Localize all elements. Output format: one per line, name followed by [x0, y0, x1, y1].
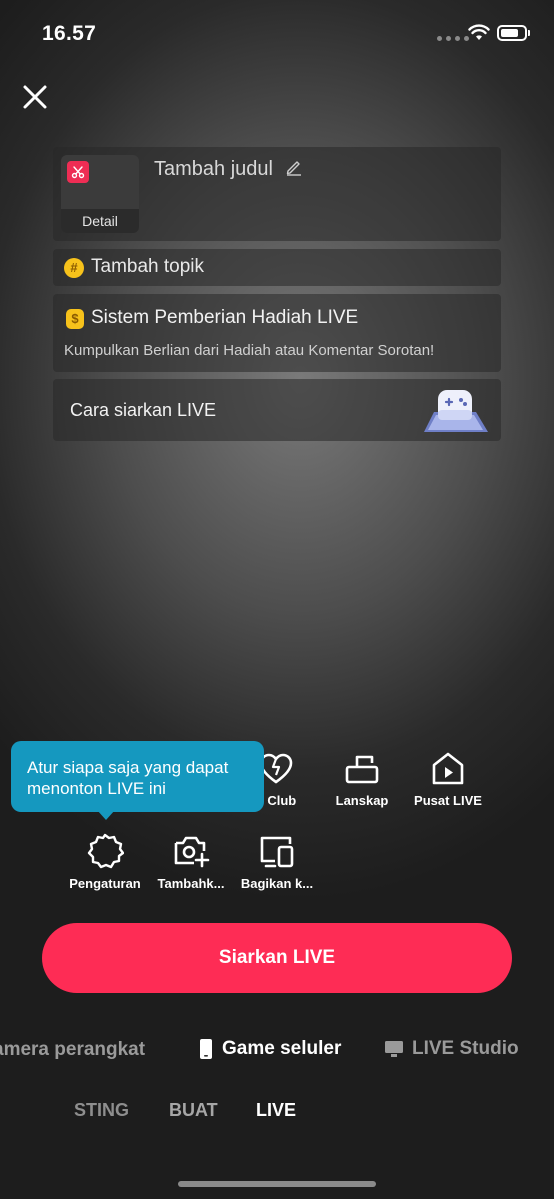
tab-create[interactable]: BUAT: [169, 1100, 218, 1121]
broadcast-mode-selector: amera perangkat Game seluler LIVE Studio: [0, 1038, 554, 1064]
wifi-icon: [468, 24, 490, 40]
cover-image[interactable]: Detail: [61, 155, 139, 233]
mode-mobile-game[interactable]: Game seluler: [199, 1038, 341, 1060]
live-center-play-icon: [432, 752, 464, 785]
battery-tip: [528, 30, 530, 36]
settings-button[interactable]: Pengaturan: [59, 832, 151, 891]
hashtag-icon: #: [64, 258, 84, 278]
devices-icon: [260, 836, 294, 868]
close-icon[interactable]: [20, 82, 50, 112]
money-bag-icon: $: [66, 309, 84, 329]
mode-mobile-game-label: Game seluler: [222, 1038, 342, 1059]
tooltip-arrow: [97, 810, 115, 820]
add-camera-button[interactable]: Tambahk...: [145, 832, 237, 891]
camera-add-icon: [174, 836, 210, 868]
landscape-rotate-icon: [345, 755, 379, 784]
add-topic-label: Tambah topik: [91, 256, 205, 277]
gear-icon: [87, 833, 124, 869]
battery-icon: [497, 25, 527, 41]
share-screen-label: Bagikan k...: [240, 876, 314, 891]
live-center-button[interactable]: Pusat LIVE: [402, 751, 494, 808]
landscape-label: Lanskap: [335, 793, 389, 808]
gift-system-title: Sistem Pemberian Hadiah LIVE: [91, 307, 359, 328]
add-camera-label: Tambahk...: [157, 876, 225, 891]
scissors-icon: [67, 161, 89, 183]
settings-tooltip: Atur siapa saja yang dapat menonton LIVE…: [11, 741, 264, 812]
gamepad-illustration-icon: [424, 390, 488, 432]
how-to-live-label: Cara siarkan LIVE: [70, 400, 217, 420]
tab-posting[interactable]: STING: [74, 1100, 129, 1121]
mode-device-camera[interactable]: amera perangkat: [0, 1039, 145, 1061]
gift-system-subtitle: Kumpulkan Berlian dari Hadiah atau Komen…: [64, 342, 435, 359]
go-live-button[interactable]: Siarkan LIVE: [42, 923, 512, 993]
live-center-label: Pusat LIVE: [414, 793, 482, 808]
phone-icon: [200, 1039, 212, 1059]
monitor-icon: [385, 1041, 403, 1057]
gift-system-card[interactable]: [53, 294, 501, 372]
share-screen-button[interactable]: Bagikan k...: [231, 832, 323, 891]
pencil-icon[interactable]: [285, 158, 303, 176]
cellular-signal-icon: [437, 36, 469, 41]
cover-detail-label: Detail: [82, 213, 118, 229]
status-time: 16.57: [42, 22, 97, 45]
settings-label: Pengaturan: [69, 876, 141, 891]
tab-live[interactable]: LIVE: [256, 1100, 296, 1121]
title-input[interactable]: Tambah judul: [154, 158, 273, 181]
home-indicator[interactable]: [178, 1181, 376, 1187]
bottom-tab-bar: STING BUAT LIVE: [0, 1100, 554, 1126]
landscape-button[interactable]: Lanskap: [316, 751, 408, 808]
mode-live-studio-label: LIVE Studio: [412, 1038, 519, 1059]
mode-live-studio[interactable]: LIVE Studio: [384, 1038, 519, 1060]
